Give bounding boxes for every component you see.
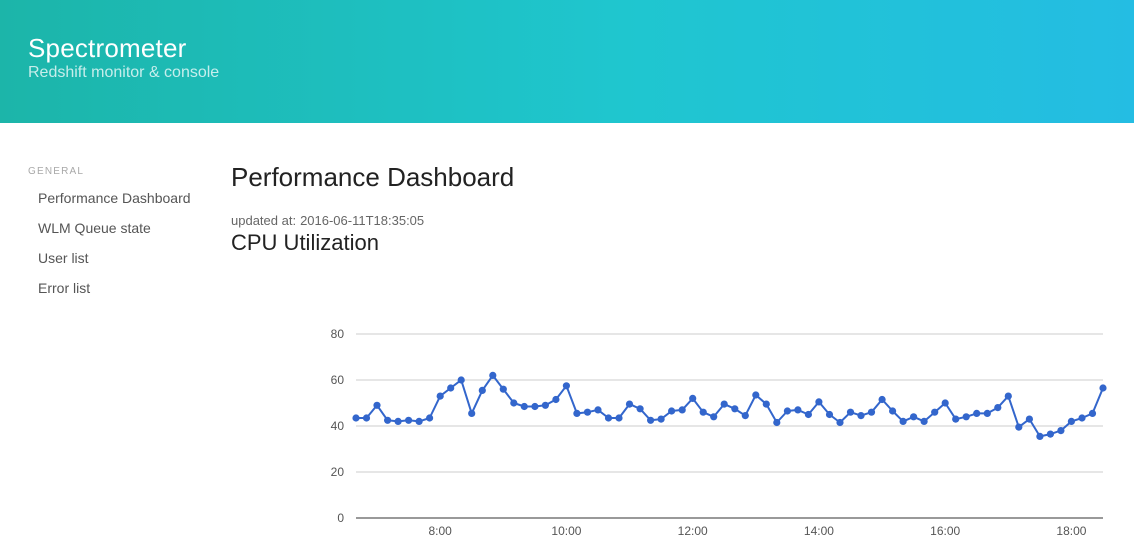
data-point [825,410,834,419]
app-title[interactable]: Spectrometer [28,33,186,64]
data-point [394,417,402,425]
sidebar-item-performance-dashboard[interactable]: Performance Dashboard [38,190,191,206]
data-point [668,407,676,415]
data-point [741,412,749,420]
data-point [1099,384,1107,392]
data-point [552,395,560,404]
data-point [899,417,907,425]
data-point [352,414,360,422]
data-point [699,408,707,416]
y-tick-label: 0 [337,511,344,525]
sidebar-item-error-list[interactable]: Error list [38,280,90,296]
data-point [857,412,865,420]
x-tick-label: 12:00 [678,524,708,538]
data-point [415,417,423,425]
data-point [762,400,770,408]
x-tick-label: 14:00 [804,524,834,538]
chart-title: CPU Utilization [231,230,379,255]
data-point [720,400,728,408]
data-point [878,395,886,404]
sidebar-item-user-list[interactable]: User list [38,250,89,266]
y-tick-label: 40 [331,419,345,433]
data-point [1004,392,1012,400]
updated-timestamp: updated at: 2016-06-11T18:35:05 [231,213,424,228]
data-point [1036,432,1044,440]
data-point [436,392,444,400]
data-point [804,410,812,419]
data-point [447,384,455,392]
x-tick-label: 10:00 [551,524,581,538]
y-tick-label: 60 [331,373,345,387]
data-point [1088,409,1097,417]
updated-label: updated at: [231,213,297,228]
data-point [657,415,665,423]
data-point [583,408,592,416]
app-subtitle: Redshift monitor & console [28,64,220,81]
data-point [794,406,802,414]
sidebar-heading: GENERAL [28,166,85,177]
data-point [615,414,623,422]
data-point [952,415,960,423]
data-point [384,416,392,424]
data-point [889,407,897,415]
data-point [426,414,434,422]
data-point [1057,427,1065,435]
page-title: Performance Dashboard [231,162,515,192]
data-point [962,413,970,421]
data-point [1025,415,1033,423]
data-point [983,409,991,417]
data-point [678,406,686,414]
data-point [783,407,791,415]
data-point [1046,430,1054,438]
y-tick-label: 80 [331,327,345,341]
data-point [531,402,539,411]
data-point [468,409,476,417]
data-point [362,414,371,422]
data-point [1067,417,1075,425]
data-point [689,394,697,402]
data-point [520,402,528,411]
sidebar-item-wlm-queue-state[interactable]: WLM Queue state [38,220,151,236]
data-point [836,418,844,427]
data-point [815,398,823,406]
data-point [941,399,949,407]
data-point [562,382,570,390]
data-point [604,414,613,422]
x-tick-label: 16:00 [930,524,960,538]
data-point [920,417,928,425]
data-point [405,416,413,424]
data-point [457,376,465,384]
data-point [573,409,581,417]
data-point [594,406,602,414]
x-tick-label: 18:00 [1056,524,1086,538]
cpu-series-line [356,374,1104,438]
data-point [710,413,718,421]
app-header: Spectrometer Redshift monitor & console [0,0,1134,123]
data-point [647,416,655,424]
data-point [625,400,634,408]
data-point [489,371,497,379]
data-point [846,408,855,416]
data-point [994,404,1002,412]
updated-value: 2016-06-11T18:35:05 [300,213,425,228]
data-point [867,408,876,416]
data-point [910,413,918,421]
cpu-utilization-chart: 0 20 40 60 80 8:00 10:00 12:00 14:00 16:00 18:00 [331,327,1107,538]
data-point [478,386,486,394]
data-point [499,385,507,393]
x-tick-label: 8:00 [428,524,452,538]
data-point [973,409,981,417]
y-tick-label: 20 [331,465,345,479]
data-point [510,399,518,407]
data-point [731,405,739,413]
data-point [1015,423,1023,431]
data-point [541,401,549,409]
data-point [931,408,939,416]
data-point [773,418,781,427]
data-point [636,405,644,413]
data-point [373,401,381,409]
data-point [752,391,760,399]
data-point [1078,414,1086,422]
